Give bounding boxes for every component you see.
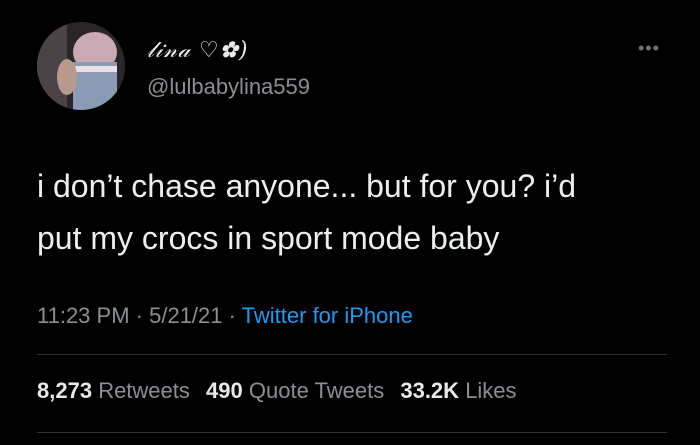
likes-stat[interactable]: 33.2K Likes (400, 378, 516, 403)
display-name[interactable]: 𝓁𝒾𝓃𝒶 ♡✿) (147, 38, 249, 63)
tweet-meta: 11:23 PM · 5/21/21 · Twitter for iPhone (37, 303, 413, 329)
meta-separator: · (222, 303, 242, 328)
retweets-stat[interactable]: 8,273 Retweets (37, 378, 190, 403)
avatar-photo (37, 22, 125, 110)
quote-tweets-stat[interactable]: 490 Quote Tweets (206, 378, 384, 403)
meta-separator: · (129, 303, 150, 328)
tweet-text-line-1: i don’t chase anyone... but for you? i’d (37, 168, 577, 204)
likes-count: 33.2K (400, 378, 460, 403)
tweet-date[interactable]: 5/21/21 (149, 303, 222, 328)
divider (37, 354, 667, 355)
retweets-count: 8,273 (37, 378, 93, 403)
avatar[interactable] (37, 22, 125, 110)
more-options-icon[interactable]: ••• (638, 38, 660, 59)
quote-tweets-label: Quote Tweets (248, 378, 385, 403)
tweet-text-line-2: put my crocs in sport mode baby (37, 220, 500, 256)
tweet-source-link[interactable]: Twitter for iPhone (242, 303, 413, 328)
engagement-stats: 8,273 Retweets 490 Quote Tweets 33.2K Li… (37, 378, 527, 404)
user-handle[interactable]: @lulbabylina559 (147, 74, 310, 100)
retweets-label: Retweets (98, 378, 190, 403)
quote-tweets-count: 490 (206, 378, 243, 403)
tweet-text: i don’t chase anyone... but for you? i’d… (37, 160, 677, 264)
divider (37, 432, 667, 433)
tweet-card: 𝓁𝒾𝓃𝒶 ♡✿) @lulbabylina559 ••• i don’t cha… (0, 0, 700, 445)
tweet-time[interactable]: 11:23 PM (37, 303, 130, 328)
likes-label: Likes (465, 378, 517, 403)
